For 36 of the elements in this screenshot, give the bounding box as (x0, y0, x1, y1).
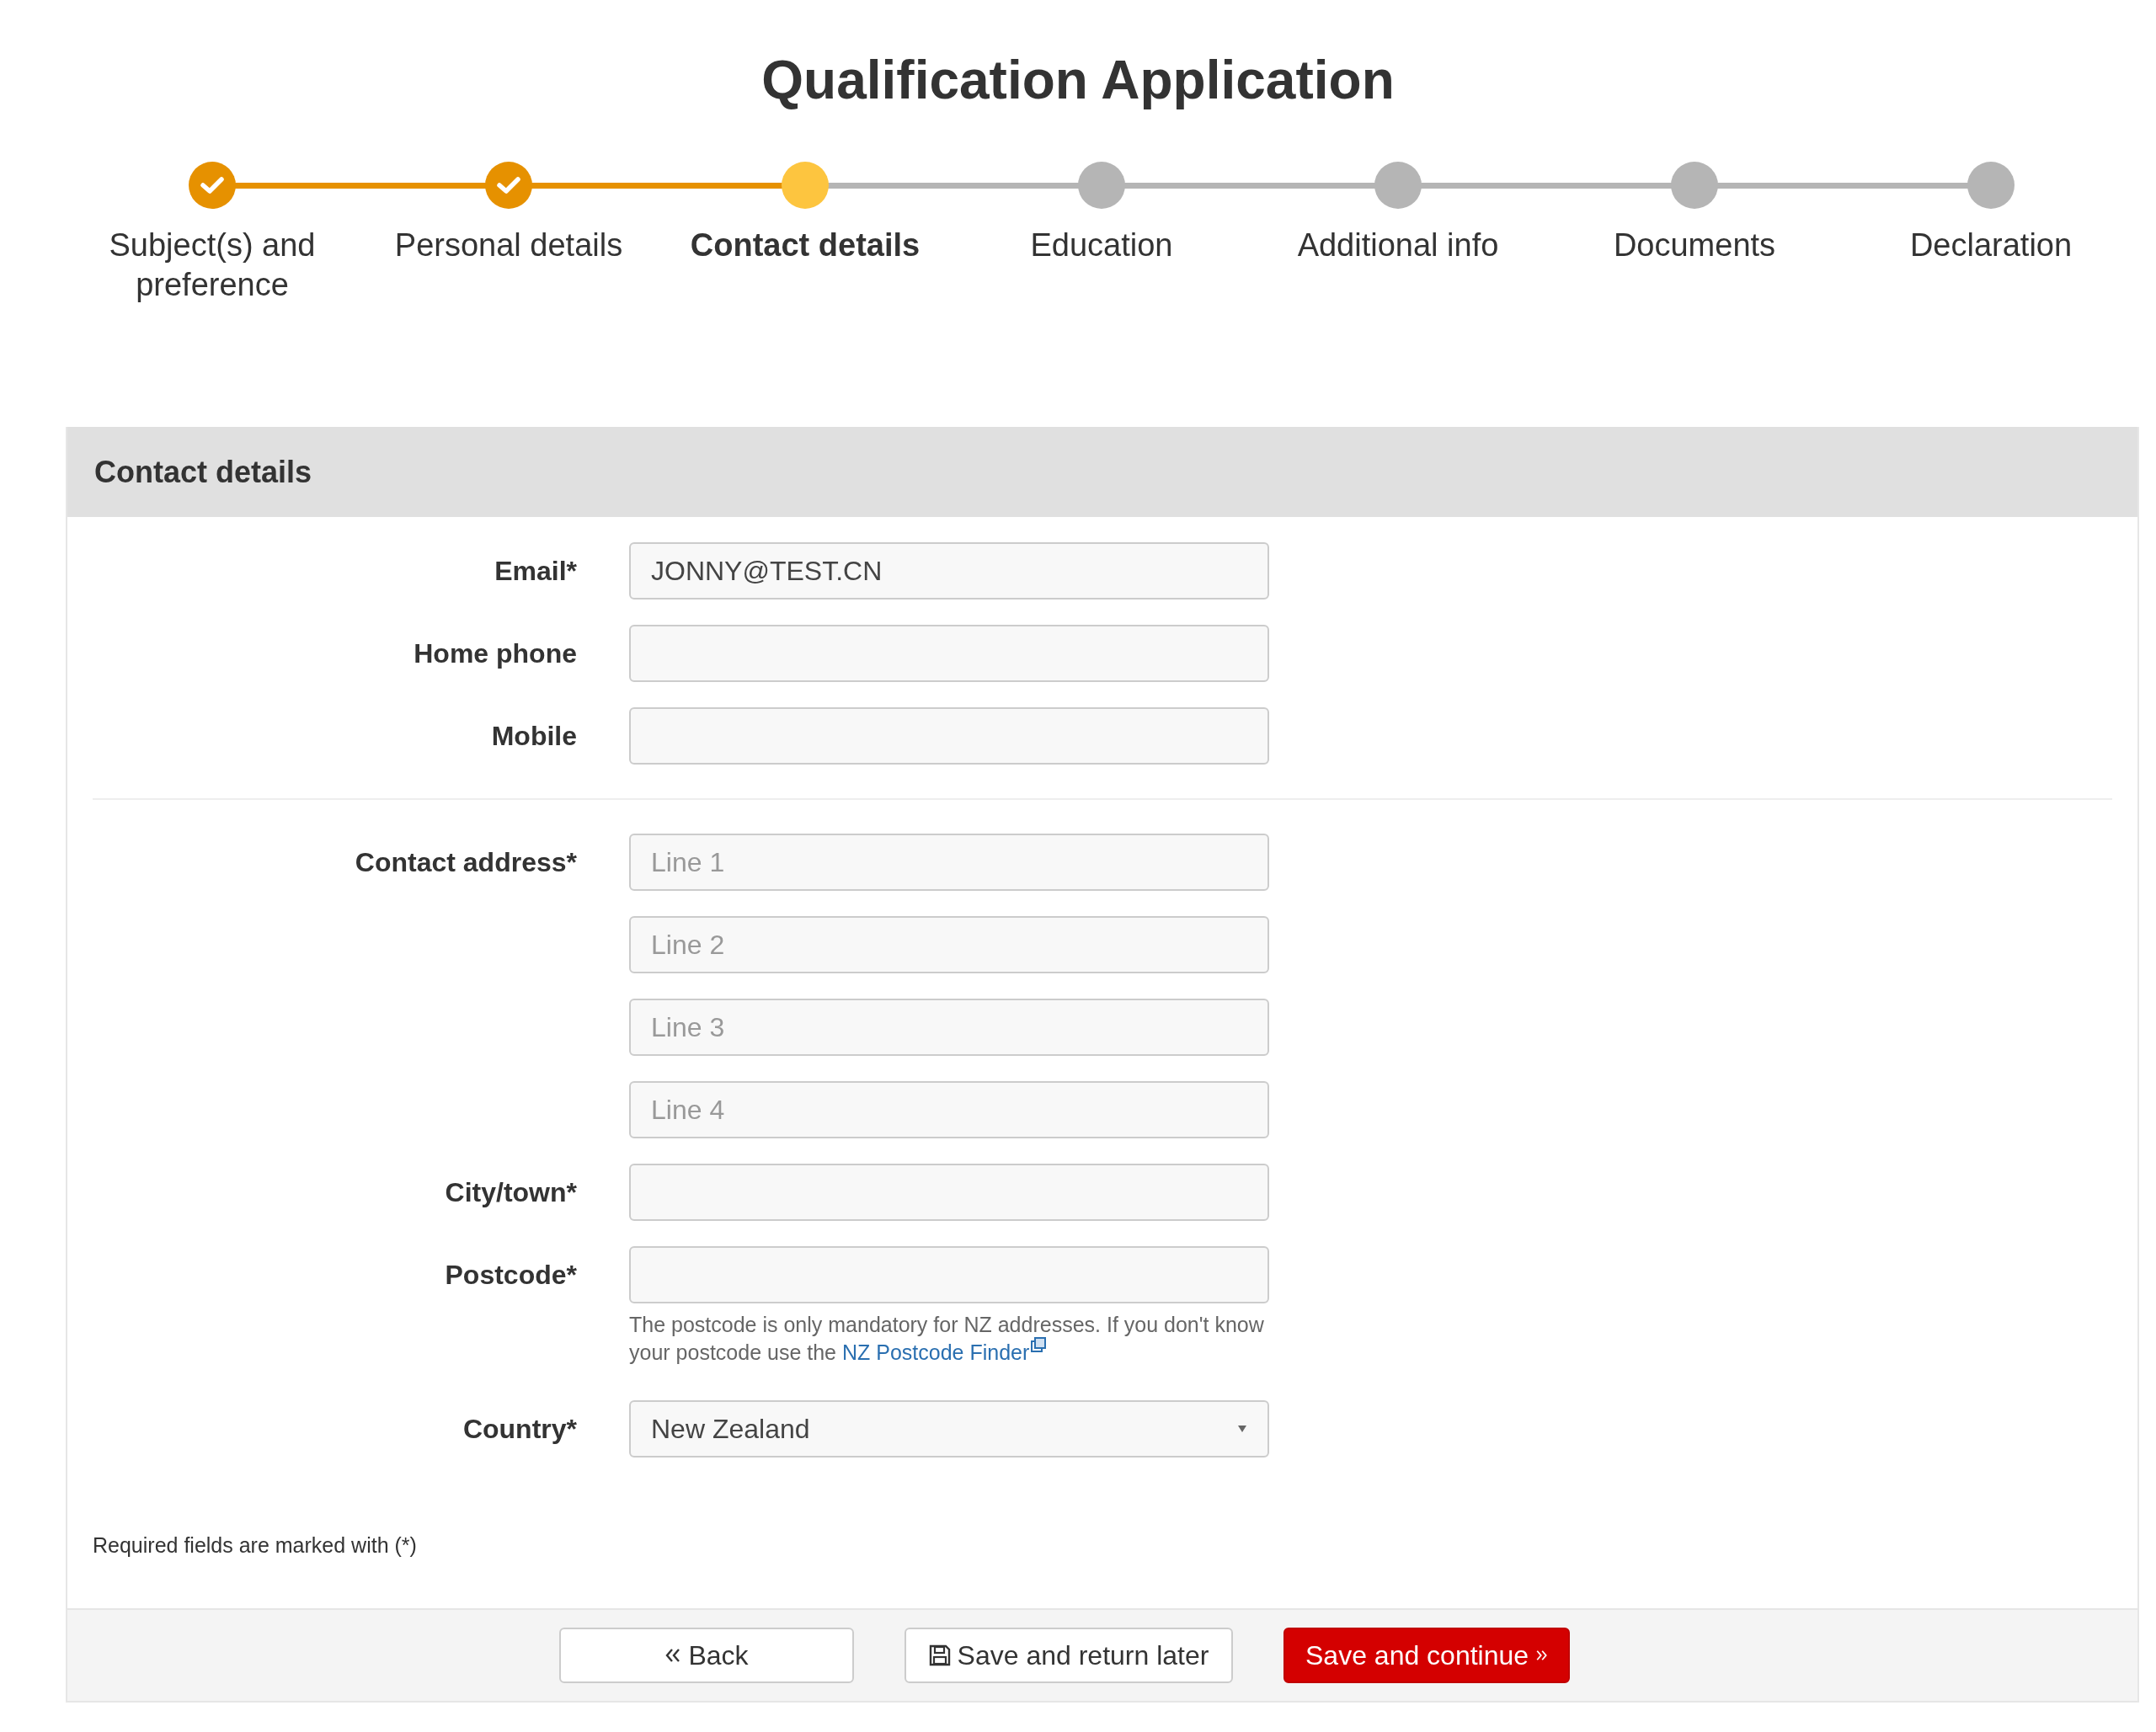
help-text: The postcode is only mandatory for NZ addresses. If you don't know your postcode use the NZ Postcode Finder (629, 1312, 1265, 1366)
external-link-icon (1031, 1337, 1047, 1352)
text-field[interactable] (629, 625, 1269, 682)
text-field[interactable] (629, 707, 1269, 765)
country-dropdown[interactable]: New Zealand (629, 1400, 1269, 1458)
field-label: City/town* (445, 1176, 577, 1208)
postcode-finder-link[interactable]: NZ Postcode Finder (841, 1340, 1047, 1365)
continue-button[interactable]: Save and continue (1283, 1628, 1570, 1684)
text-field[interactable]: JONNY@TEST.CN (629, 542, 1269, 600)
text-field[interactable]: Line 3 (629, 999, 1269, 1056)
field-label: Country* (462, 1413, 577, 1445)
field-label: Home phone (414, 637, 577, 669)
page-title: Qualification Application (760, 49, 1396, 112)
panel-title: Contact details (94, 454, 312, 490)
text-field[interactable] (629, 1164, 1269, 1221)
text-field[interactable]: Line 1 (629, 834, 1269, 891)
field-label: Contact address* (355, 846, 577, 878)
step-label: Subject(s) and preference (108, 226, 317, 304)
text-field[interactable]: Line 4 (629, 1081, 1269, 1138)
check-icon (496, 175, 521, 195)
step-label: Personal details (393, 226, 624, 264)
step-label: Contact details (689, 226, 921, 264)
field-label: Mobile (491, 720, 577, 752)
save-later-button[interactable]: Save and return later (905, 1628, 1233, 1684)
required-note: Required fields are marked with (*) (93, 1533, 418, 1559)
back-button[interactable]: Back (559, 1628, 854, 1684)
step-label: Additional info (1296, 226, 1500, 264)
field-label: Postcode* (445, 1259, 577, 1291)
check-icon (200, 175, 225, 195)
text-field[interactable] (629, 1246, 1269, 1303)
step-label: Education (1029, 226, 1174, 264)
dropdown-caret-icon (1237, 1425, 1247, 1434)
field-label: Email* (494, 555, 577, 587)
step-label: Declaration (1908, 226, 2073, 264)
step-label: Documents (1612, 226, 1777, 264)
text-field[interactable]: Line 2 (629, 916, 1269, 973)
